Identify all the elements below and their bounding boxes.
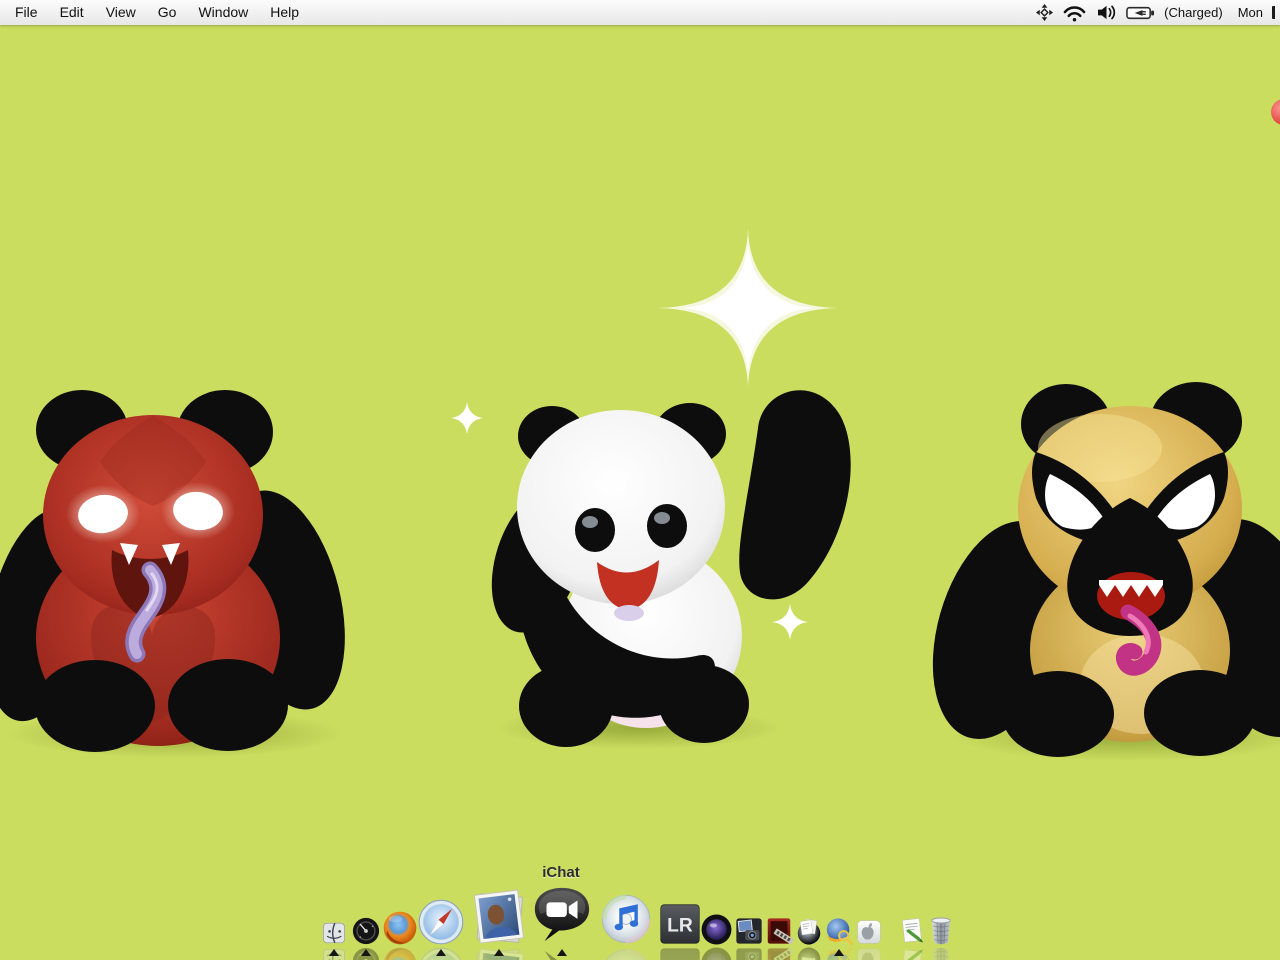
menu-view[interactable]: View [95,0,147,25]
dock-item-video-film[interactable] [764,916,794,946]
gold-panda [910,382,1280,761]
svg-text:LR: LR [667,916,693,937]
dock-item-safari[interactable] [417,898,465,946]
menubar: File Edit View Go Window Help [0,0,1280,25]
dashboard-icon [351,916,381,946]
menu-go[interactable]: Go [147,0,188,25]
menu-help[interactable]: Help [259,0,310,25]
itunes-icon [599,892,653,946]
dock-item-photo-editor[interactable] [734,916,764,946]
dock-item-itunes[interactable] [599,892,653,946]
wallpaper-art [0,0,1280,960]
ichat-icon [531,884,593,946]
dock-item-firefox[interactable] [382,910,418,946]
lightroom-icon: LR [658,902,702,946]
clock[interactable]: Mon [1238,5,1263,20]
menu-file[interactable]: File [4,0,49,25]
aperture-icon [700,913,733,946]
dock-item-photo-stamp[interactable] [470,888,528,946]
dock-item-globe-documents[interactable] [794,916,824,946]
dock-item-trash[interactable] [925,914,957,946]
document-pen-icon [897,916,927,946]
dock-item-aperture[interactable] [700,913,733,946]
dock: LR [0,882,1280,946]
red-panda [0,390,365,758]
menus: File Edit View Go Window Help [0,0,310,25]
apple-box-icon [855,918,883,946]
menu-window[interactable]: Window [187,0,259,25]
dock-item-apple-software[interactable] [855,918,883,946]
dock-item-search-globe[interactable] [824,916,854,946]
safari-icon [417,898,465,946]
dock-item-ichat[interactable] [531,884,593,946]
dock-tooltip: iChat [542,864,580,881]
dock-item-lightroom[interactable]: LR [658,902,702,946]
menubar-status: (Charged) Mon [1036,0,1280,25]
dock-item-document[interactable] [897,916,927,946]
battery-icon[interactable] [1126,6,1155,20]
search-globe-icon [824,916,854,946]
dock-item-finder[interactable] [321,920,347,946]
red-dot [1271,99,1280,125]
white-panda [475,390,851,749]
finder-icon [321,920,347,946]
battery-status[interactable]: (Charged) [1164,5,1223,20]
film-icon [764,916,794,946]
four-arrows-icon[interactable] [1036,4,1053,21]
wifi-icon[interactable] [1062,4,1087,22]
photo-stamp-icon [470,888,528,946]
photo-editor-icon [734,916,764,946]
trash-icon [925,914,957,946]
clipped-clock-glyph [1272,6,1280,19]
sparkle-large-core [684,244,812,372]
sparkle-small-2 [772,604,808,640]
sparkle-small-1 [451,402,483,434]
menu-edit[interactable]: Edit [49,0,95,25]
dock-item-dashboard[interactable] [351,916,381,946]
globe-documents-icon [794,916,824,946]
firefox-icon [382,910,418,946]
volume-icon[interactable] [1096,4,1117,21]
desktop: File Edit View Go Window Help [0,0,1280,960]
